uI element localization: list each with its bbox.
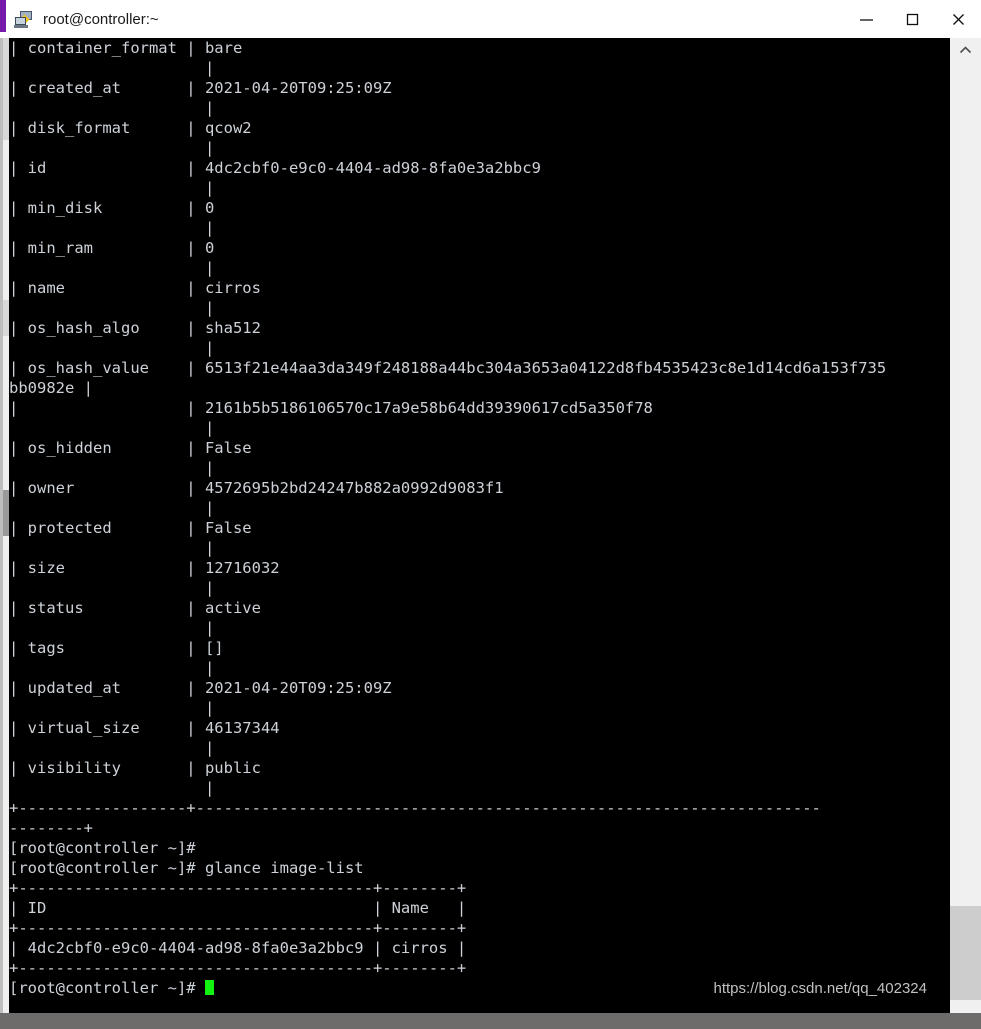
terminal-line: | xyxy=(9,339,215,357)
terminal-cursor xyxy=(204,980,214,995)
terminal-line: bb0982e | xyxy=(9,379,93,397)
terminal-line: | xyxy=(9,539,215,557)
terminal-line: | xyxy=(9,659,215,677)
terminal-line: | disk_format | qcow2 xyxy=(9,119,252,137)
terminal-line: | owner | 4572695b2bd24247b882a0992d9083… xyxy=(9,479,504,497)
terminal-line: | xyxy=(9,59,215,77)
terminal-output-area[interactable]: | | container_format | bare | | created_at… xyxy=(9,38,949,1013)
terminal-line: | protected | False xyxy=(9,519,252,537)
terminal-line: | status | active xyxy=(9,599,261,617)
window-titlebar[interactable]: root@controller:~ xyxy=(0,0,981,38)
terminal-text: | | container_format | bare | | created_at… xyxy=(9,38,949,998)
remote-computer-icon xyxy=(14,9,34,29)
terminal-line: | xyxy=(9,499,215,517)
terminal-line: | xyxy=(9,139,215,157)
terminal-line: | updated_at | 2021-04-20T09:25:09Z xyxy=(9,679,392,697)
terminal-line: | xyxy=(9,619,215,637)
terminal-line: | os_hidden | False xyxy=(9,439,252,457)
maximize-button[interactable] xyxy=(889,0,935,38)
terminal-prompt-line: [root@controller ~]# xyxy=(9,978,949,998)
terminal-line: | xyxy=(9,259,215,277)
terminal-line: | xyxy=(9,459,215,477)
terminal-line: +--------------------------------------+… xyxy=(9,919,467,937)
terminal-line: | xyxy=(9,99,215,117)
terminal-line: +------------------+--------------------… xyxy=(9,799,821,817)
terminal-line: | id | 4dc2cbf0-e9c0-4404-ad98-8fa0e3a2b… xyxy=(9,159,541,177)
terminal-window: root@controller:~ | container_format | b… xyxy=(0,0,981,1029)
terminal-line: [root@controller ~]# xyxy=(9,839,196,857)
terminal-line: | size | 12716032 xyxy=(9,559,280,577)
terminal-line: | xyxy=(9,179,215,197)
terminal-line: | xyxy=(9,219,215,237)
terminal-line: | xyxy=(9,579,215,597)
terminal-line: | virtual_size | 46137344 xyxy=(9,719,280,737)
terminal-line: | os_hash_value | 6513f21e44aa3da349f248… xyxy=(9,359,887,377)
terminal-line: [root@controller ~]# glance image-list xyxy=(9,859,364,877)
window-title: root@controller:~ xyxy=(43,10,159,28)
terminal-line: +--------------------------------------+… xyxy=(9,879,467,897)
terminal-line: | visibility | public xyxy=(9,759,261,777)
terminal-line: | xyxy=(9,779,215,797)
chevron-up-icon[interactable] xyxy=(950,38,981,62)
terminal-line: --------+ xyxy=(9,819,93,837)
vertical-scrollbar[interactable] xyxy=(949,38,981,1029)
terminal-line: | min_disk | 0 xyxy=(9,199,215,217)
scrollbar-thumb[interactable] xyxy=(950,906,981,1000)
terminal-line: | name | cirros xyxy=(9,279,261,297)
window-controls xyxy=(843,0,981,38)
shell-prompt: [root@controller ~]# xyxy=(9,979,205,997)
minimize-button[interactable] xyxy=(843,0,889,38)
terminal-line: | xyxy=(9,299,215,317)
window-accent-stripe xyxy=(0,0,6,32)
scrollbar-track[interactable] xyxy=(950,62,981,1005)
bottom-taskbar-strip xyxy=(0,1013,981,1029)
close-button[interactable] xyxy=(935,0,981,38)
terminal-line: | os_hash_algo | sha512 xyxy=(9,319,261,337)
terminal-line: +--------------------------------------+… xyxy=(9,959,467,977)
terminal-line: | ID | Name | xyxy=(9,899,467,917)
terminal-line: | 4dc2cbf0-e9c0-4404-ad98-8fa0e3a2bbc9 |… xyxy=(9,939,467,957)
terminal-line: | container_format | bare xyxy=(9,39,243,57)
terminal-line: | tags | [] xyxy=(9,639,224,657)
terminal-line: | xyxy=(9,699,215,717)
terminal-line: | xyxy=(9,419,215,437)
terminal-line: | min_ram | 0 xyxy=(9,239,215,257)
terminal-line: | xyxy=(9,739,215,757)
terminal-line: | | 2161b5b5186106570c17a9e58b64dd393906… xyxy=(9,399,653,417)
terminal-line: | created_at | 2021-04-20T09:25:09Z xyxy=(9,79,392,97)
